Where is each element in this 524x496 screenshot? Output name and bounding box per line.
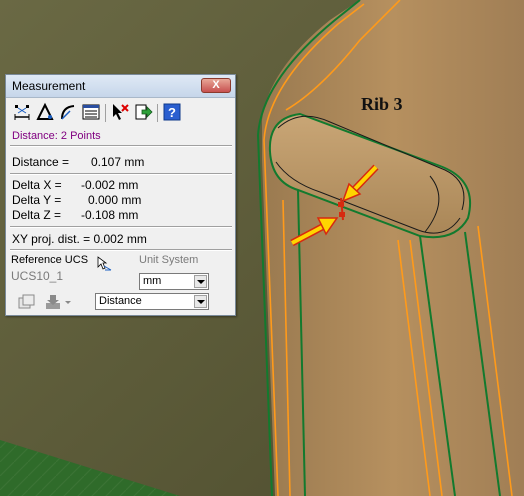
svg-text:?: ? [168,105,176,120]
toolbar-separator [157,104,158,122]
distance-value: 0.107 mm [91,155,145,169]
measure-type-value: Distance [99,295,142,307]
delta-z-value: -0.108 mm [81,208,139,222]
delta-x-label: Delta X = [12,178,62,192]
rib-label: Rib 3 [361,94,403,114]
xy-projection-distance: XY proj. dist. = 0.002 mm [12,232,147,246]
point-to-point-icon[interactable] [12,102,32,122]
part-body[interactable] [262,0,524,496]
measure-mode-label: Distance: 2 Points [12,130,101,142]
dialog-title: Measurement [12,79,86,93]
delta-y-value: 0.000 mm [88,193,142,207]
triangle-measure-icon[interactable] [35,102,55,122]
measurement-toolbar: ? [10,102,232,124]
measure-type-dropdown[interactable]: Distance [95,293,209,310]
dialog-titlebar[interactable]: Measurement X [6,75,235,98]
reference-ucs-label: Reference UCS [11,254,89,266]
chevron-down-icon[interactable] [194,275,207,288]
divider [10,173,232,175]
unit-dropdown-value: mm [143,275,162,287]
copy-icon[interactable] [18,294,36,310]
divider [10,226,232,228]
divider [10,249,232,251]
divider [10,145,232,147]
close-button[interactable]: X [201,78,231,93]
chevron-down-icon[interactable] [194,295,207,308]
unit-dropdown[interactable]: mm [139,273,209,290]
delta-y-label: Delta Y = [12,193,62,207]
save-dropdown-icon[interactable] [44,294,72,310]
arc-measure-icon[interactable] [58,102,78,122]
delta-z-label: Delta Z = [12,208,62,222]
help-icon[interactable]: ? [162,102,182,122]
reference-ucs-value: UCS10_1 [11,269,64,283]
distance-label: Distance = [12,155,70,169]
unit-system-label: Unit System [139,254,199,266]
toolbar-separator [105,104,106,122]
list-icon[interactable] [81,102,101,122]
delta-x-value: -0.002 mm [81,178,139,192]
clear-selection-icon[interactable] [110,102,130,122]
ucs-pick-icon[interactable] [96,256,112,272]
export-icon[interactable] [133,102,153,122]
measurement-dialog[interactable]: Measurement X ? Distance: 2 Points Dista… [5,74,236,316]
